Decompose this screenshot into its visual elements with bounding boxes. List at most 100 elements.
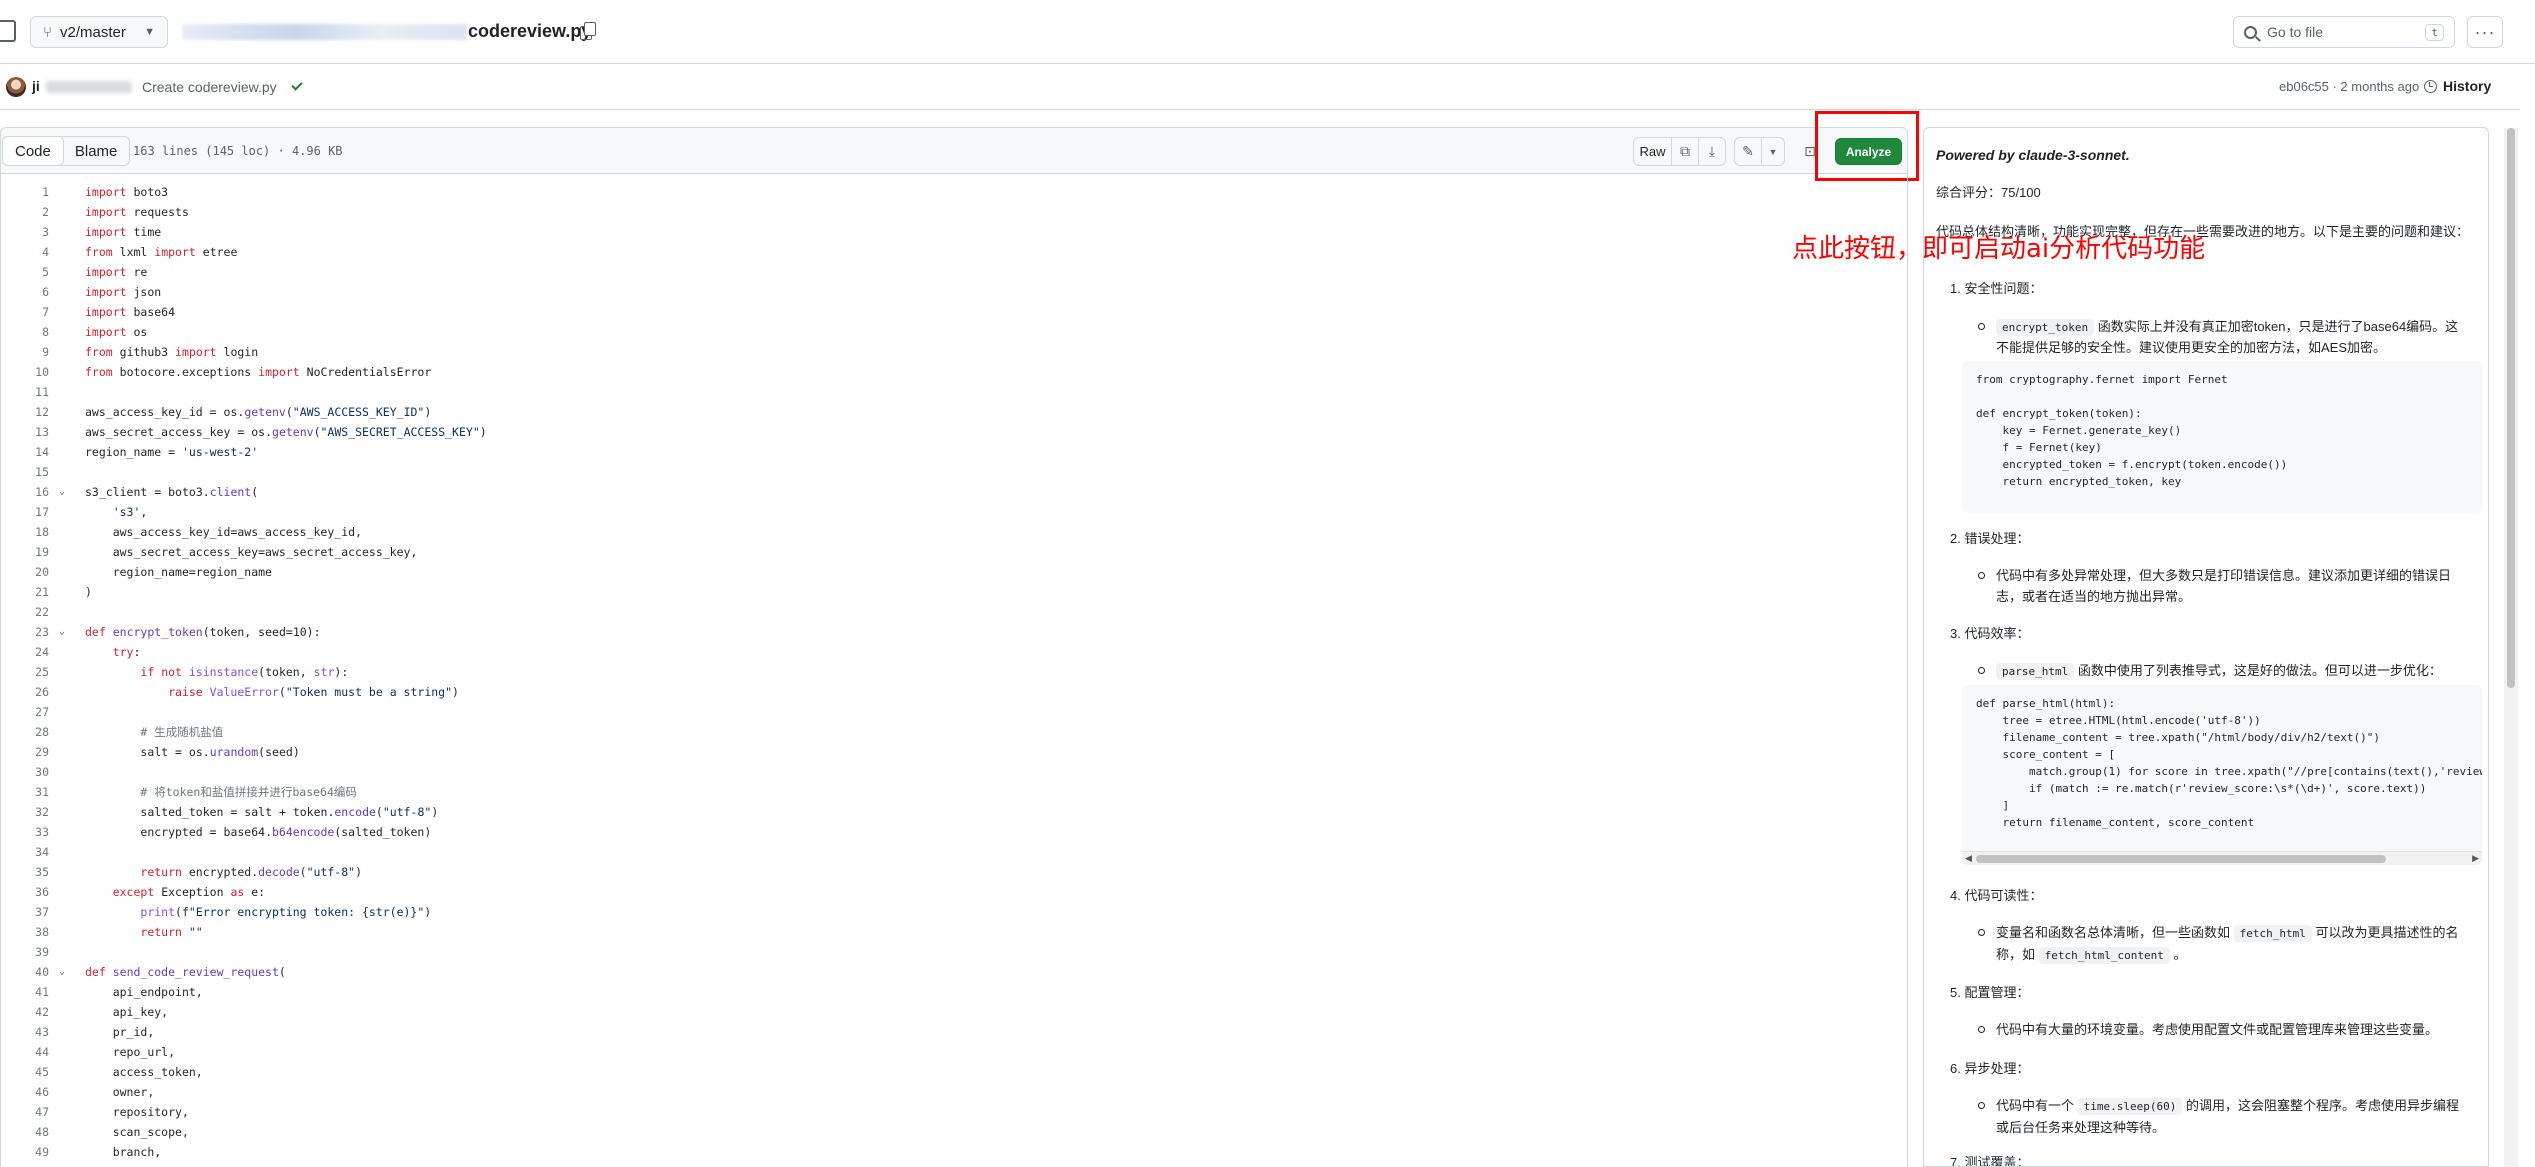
line-number[interactable]: 23: [1, 622, 49, 642]
line-number[interactable]: 25: [1, 662, 49, 682]
scrollbar-thumb[interactable]: [2507, 128, 2515, 688]
avatar[interactable]: [6, 77, 26, 97]
line-number[interactable]: 20: [1, 562, 49, 582]
fold-chevron-icon[interactable]: ⌄: [59, 622, 65, 642]
inline-code: fetch_html: [2233, 925, 2312, 942]
more-options-button[interactable]: ···: [2467, 16, 2503, 48]
code-line: 26 raise ValueError("Token must be a str…: [1, 682, 1907, 702]
line-number[interactable]: 48: [1, 1122, 49, 1142]
line-number[interactable]: 6: [1, 282, 49, 302]
line-number[interactable]: 41: [1, 982, 49, 1002]
line-number[interactable]: 37: [1, 902, 49, 922]
line-number[interactable]: 26: [1, 682, 49, 702]
copy-icon[interactable]: [580, 22, 596, 40]
line-number[interactable]: 40: [1, 962, 49, 982]
line-number[interactable]: 24: [1, 642, 49, 662]
line-number[interactable]: 22: [1, 602, 49, 622]
fold-chevron-icon[interactable]: ⌄: [59, 482, 65, 502]
code-text: return "": [140, 925, 203, 939]
chevron-down-icon: ▼: [1768, 146, 1778, 157]
line-number[interactable]: 43: [1, 1022, 49, 1042]
sidebar-toggle-icon[interactable]: [0, 20, 16, 42]
code-text: from github3 import login: [85, 345, 259, 359]
code-line: 20 region_name=region_name: [1, 562, 1907, 582]
code-line: 41 api_endpoint,: [1, 982, 1907, 1002]
scroll-left-icon[interactable]: ◀: [1965, 853, 1972, 864]
line-number[interactable]: 35: [1, 862, 49, 882]
line-number[interactable]: 2: [1, 202, 49, 222]
line-number[interactable]: 34: [1, 842, 49, 862]
check-icon[interactable]: [291, 79, 303, 91]
section-text: 或后台任务来处理这种等待。: [1996, 1120, 2166, 1135]
line-number[interactable]: 8: [1, 322, 49, 342]
code-block: from cryptography.fernet import Fernet d…: [1962, 361, 2482, 513]
line-number[interactable]: 44: [1, 1042, 49, 1062]
line-number[interactable]: 45: [1, 1062, 49, 1082]
line-number[interactable]: 10: [1, 362, 49, 382]
download-button[interactable]: ⤓: [1698, 137, 1726, 166]
code-text: aws_secret_access_key = os.getenv("AWS_S…: [85, 425, 487, 439]
line-number[interactable]: 15: [1, 462, 49, 482]
code-line: 11: [1, 382, 1907, 402]
commit-meta[interactable]: eb06c55 · 2 months ago: [2279, 79, 2419, 94]
go-to-file-input[interactable]: Go to file t: [2233, 16, 2455, 48]
line-number[interactable]: 29: [1, 742, 49, 762]
line-number[interactable]: 18: [1, 522, 49, 542]
line-number[interactable]: 27: [1, 702, 49, 722]
line-number[interactable]: 30: [1, 762, 49, 782]
line-number[interactable]: 19: [1, 542, 49, 562]
line-number[interactable]: 49: [1, 1142, 49, 1162]
raw-button[interactable]: Raw: [1633, 137, 1672, 166]
line-number[interactable]: 11: [1, 382, 49, 402]
code-text: def send_code_review_request(: [85, 965, 286, 979]
tab-code[interactable]: Code: [2, 136, 64, 166]
line-number[interactable]: 17: [1, 502, 49, 522]
line-number[interactable]: 9: [1, 342, 49, 362]
section-title: 5. 配置管理：: [1950, 985, 2030, 1000]
code-text: import boto3: [85, 185, 169, 199]
copy-icon: ⧉: [1680, 143, 1690, 159]
copy-raw-button[interactable]: ⧉: [1671, 137, 1699, 166]
line-number[interactable]: 7: [1, 302, 49, 322]
line-number[interactable]: 16: [1, 482, 49, 502]
line-number[interactable]: 39: [1, 942, 49, 962]
inline-code: fetch_html_content: [2038, 947, 2170, 964]
line-number[interactable]: 3: [1, 222, 49, 242]
breadcrumb[interactable]: [182, 24, 467, 40]
line-number[interactable]: 1: [1, 182, 49, 202]
edit-button[interactable]: ✎: [1734, 137, 1762, 166]
fold-chevron-icon[interactable]: ⌄: [59, 962, 65, 982]
line-number[interactable]: 21: [1, 582, 49, 602]
edit-options-button[interactable]: ▼: [1761, 137, 1785, 166]
line-number[interactable]: 33: [1, 822, 49, 842]
code-line: 24 try:: [1, 642, 1907, 662]
tab-blame[interactable]: Blame: [63, 137, 130, 165]
line-number[interactable]: 13: [1, 422, 49, 442]
line-number[interactable]: 14: [1, 442, 49, 462]
line-number[interactable]: 46: [1, 1082, 49, 1102]
line-number[interactable]: 5: [1, 262, 49, 282]
line-number[interactable]: 38: [1, 922, 49, 942]
commit-author[interactable]: ji: [32, 78, 40, 94]
line-number[interactable]: 12: [1, 402, 49, 422]
code-line: 17 's3',: [1, 502, 1907, 522]
line-number[interactable]: 50: [1, 1162, 49, 1167]
branch-selector-button[interactable]: ⑂ v2/master ▼: [30, 16, 168, 48]
line-number[interactable]: 28: [1, 722, 49, 742]
line-number[interactable]: 36: [1, 882, 49, 902]
code-block-scrollable[interactable]: def parse_html(html): tree = etree.HTML(…: [1962, 685, 2482, 865]
code-line: 48 scan_scope,: [1, 1122, 1907, 1142]
scrollbar-thumb[interactable]: [1976, 855, 2386, 863]
horizontal-scrollbar[interactable]: ◀ ▶: [1962, 851, 2482, 865]
line-number[interactable]: 31: [1, 782, 49, 802]
commit-message[interactable]: Create codereview.py: [142, 79, 277, 95]
panel-scrollbar[interactable]: [2504, 128, 2518, 1167]
line-number[interactable]: 47: [1, 1102, 49, 1122]
scroll-right-icon[interactable]: ▶: [2472, 853, 2479, 864]
line-number[interactable]: 42: [1, 1002, 49, 1022]
line-number[interactable]: 4: [1, 242, 49, 262]
history-button[interactable]: History: [2424, 78, 2491, 94]
code-text: return encrypted.decode("utf-8"): [140, 865, 363, 879]
line-number[interactable]: 32: [1, 802, 49, 822]
code-line: 2 import requests: [1, 202, 1907, 222]
